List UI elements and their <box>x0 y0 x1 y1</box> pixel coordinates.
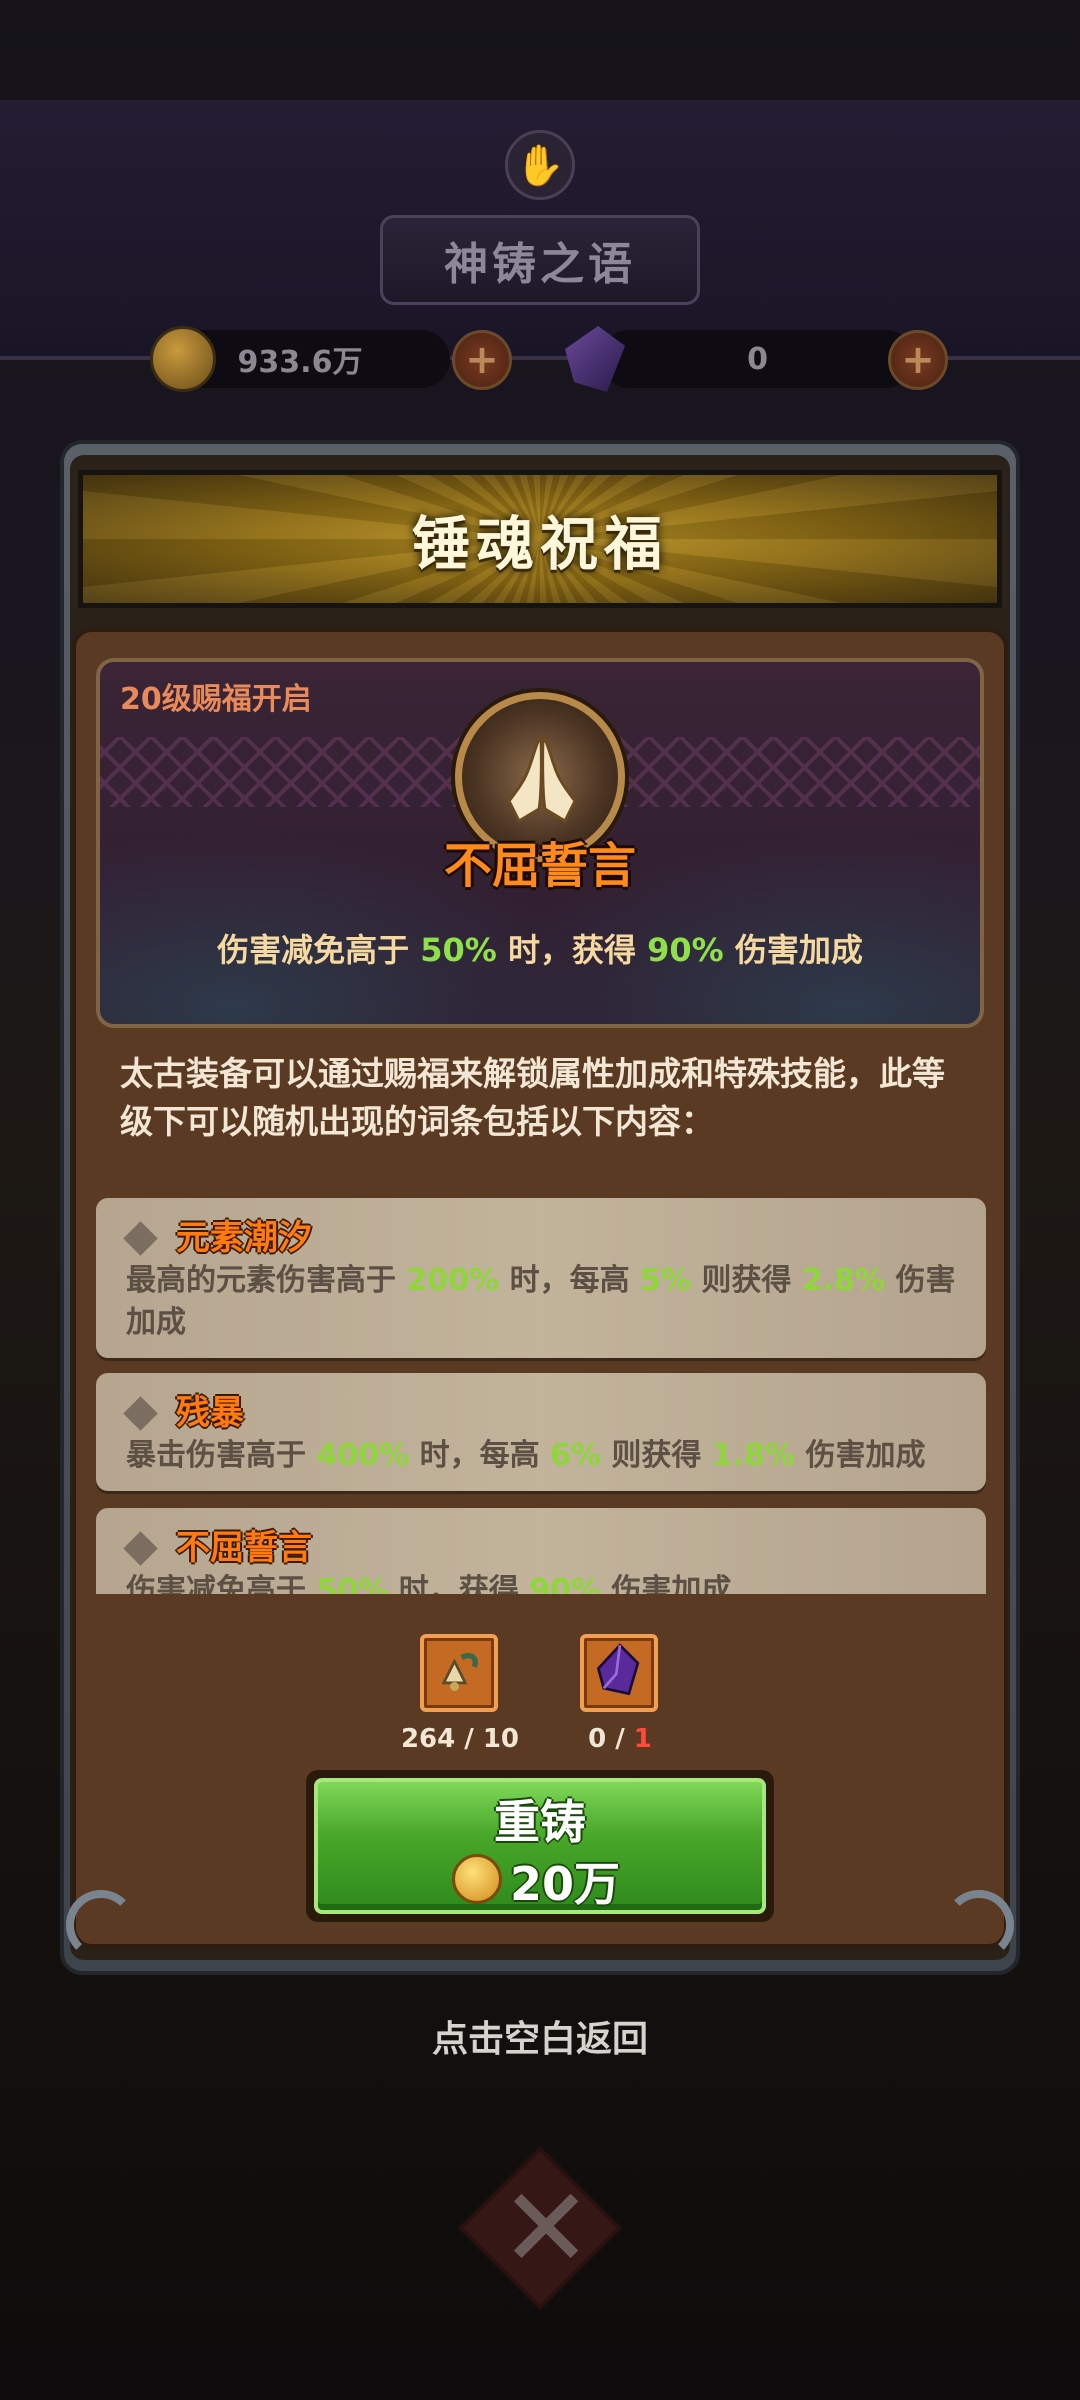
affix-card: 元素潮汐 最高的元素伤害高于 200% 时，每高 5% 则获得 2.8% 伤害加… <box>96 1198 986 1358</box>
unlock-level-text: 20级赐福开启 <box>120 682 312 717</box>
dialog-title-banner: 锤魂祝福 <box>78 470 1002 608</box>
intro-text: 太古装备可以通过赐福来解锁属性加成和特殊技能，此等级下可以随机出现的词条包括以下… <box>120 1054 945 1141</box>
reforge-cost: 20万 <box>510 1857 621 1911</box>
diamond-icon <box>123 1221 158 1256</box>
affix-desc: 伤害减免高于 50% 时，获得 90% 伤害加成 <box>126 1573 732 1594</box>
reforge-label: 重铸 <box>494 1795 586 1849</box>
dialog-title: 锤魂祝福 <box>411 510 668 578</box>
affix-desc: 最高的元素伤害高于 200% 时，每高 5% 则获得 2.8% 伤害加成 <box>126 1263 956 1340</box>
gold-coin-icon <box>150 326 216 392</box>
affix-desc: 暴击伤害高于 400% 时，每高 6% 则获得 1.8% 伤害加成 <box>126 1438 926 1473</box>
crossed-hammers-icon: ✕ <box>500 2164 593 2292</box>
affix-name: 元素潮汐 <box>176 1218 312 1258</box>
featured-skill-name: 不屈誓言 <box>443 838 636 894</box>
screen-title: 神铸之语 <box>380 215 700 305</box>
affix-card: 不屈誓言 伤害减免高于 50% 时，获得 90% 伤害加成 <box>96 1508 986 1594</box>
affix-name: 不屈誓言 <box>176 1528 312 1568</box>
cost-count-1: 264 / 10 <box>400 1724 520 1754</box>
gem-amount: 0 <box>747 341 768 377</box>
affix-name: 残暴 <box>176 1393 244 1433</box>
gem-resource-bar: 0 <box>600 330 915 388</box>
gold-amount: 933.6万 <box>237 345 363 380</box>
affix-list[interactable]: 元素潮汐 最高的元素伤害高于 200% 时，每高 5% 则获得 2.8% 伤害加… <box>92 1190 990 1594</box>
purple-crystal-icon[interactable] <box>580 1634 658 1712</box>
affix-card: 残暴 暴击伤害高于 400% 时，每高 6% 则获得 1.8% 伤害加成 <box>96 1373 986 1491</box>
diamond-icon <box>123 1531 158 1566</box>
corner-ornament <box>66 1890 136 1960</box>
cost-count-2: 0 / 1 <box>588 1724 652 1754</box>
tap-to-return-hint[interactable]: 点击空白返回 <box>340 2010 740 2062</box>
add-gold-button[interactable]: + <box>452 330 512 390</box>
featured-skill-desc: 伤害减免高于 50% 时，获得 90% 伤害加成 <box>217 931 863 969</box>
hammer-bell-icon[interactable] <box>420 1634 498 1712</box>
diamond-icon <box>123 1396 158 1431</box>
add-gem-button[interactable]: + <box>888 330 948 390</box>
prayer-badge-icon: ✋ <box>505 130 575 200</box>
corner-ornament <box>944 1890 1014 1960</box>
gold-coin-icon <box>452 1854 502 1904</box>
